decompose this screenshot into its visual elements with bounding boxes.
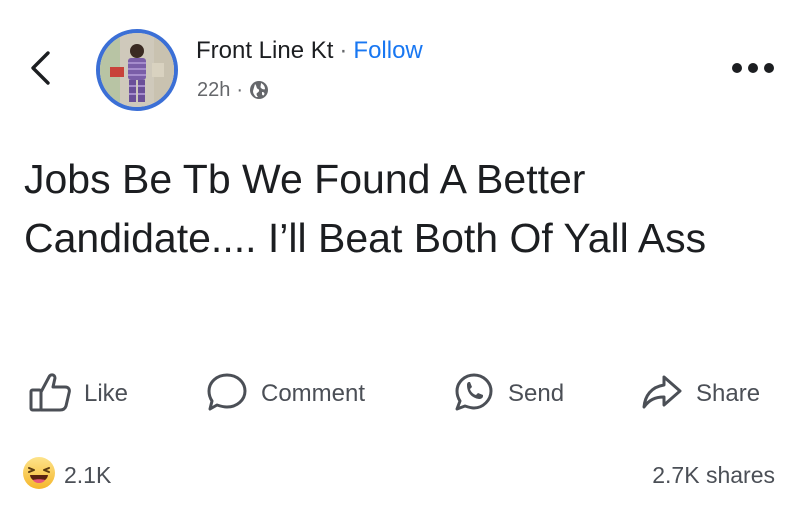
laughing-emoji-icon bbox=[22, 456, 56, 495]
comment-button[interactable]: Comment bbox=[205, 370, 365, 418]
action-bar: Like Comment Send Share bbox=[0, 370, 797, 418]
reactions-summary[interactable]: 2.1K bbox=[22, 455, 111, 495]
avatar[interactable] bbox=[96, 29, 178, 111]
post-text: Jobs Be Tb We Found A Better Candidate..… bbox=[24, 156, 707, 261]
share-count[interactable]: 2.7K shares bbox=[652, 462, 775, 489]
follow-button[interactable]: Follow bbox=[353, 37, 422, 64]
post-time[interactable]: 22h bbox=[197, 77, 230, 103]
back-button[interactable] bbox=[26, 50, 56, 86]
profile-photo bbox=[100, 33, 174, 107]
share-button[interactable]: Share bbox=[640, 370, 760, 418]
share-arrow-icon bbox=[640, 371, 684, 418]
share-label: Share bbox=[696, 380, 761, 407]
comment-bubble-icon bbox=[205, 371, 249, 418]
author-name[interactable]: Front Line Kt bbox=[196, 37, 333, 64]
post-meta: 22h · bbox=[197, 77, 269, 103]
like-label: Like bbox=[84, 380, 129, 407]
comment-label: Comment bbox=[261, 380, 366, 407]
chevron-left-icon bbox=[31, 51, 50, 85]
whatsapp-icon bbox=[452, 371, 496, 418]
like-button[interactable]: Like bbox=[28, 370, 128, 418]
more-options-button[interactable] bbox=[730, 58, 776, 78]
author-line: Front Line Kt · Follow bbox=[196, 36, 423, 66]
separator-dot: · bbox=[236, 79, 244, 101]
send-button[interactable]: Send bbox=[452, 370, 564, 418]
globe-icon bbox=[249, 80, 269, 100]
send-label: Send bbox=[508, 380, 565, 407]
ellipsis-icon bbox=[732, 63, 774, 73]
reaction-count: 2.1K bbox=[64, 461, 112, 488]
separator-dot: · bbox=[339, 37, 348, 64]
thumbs-up-icon bbox=[28, 371, 72, 418]
